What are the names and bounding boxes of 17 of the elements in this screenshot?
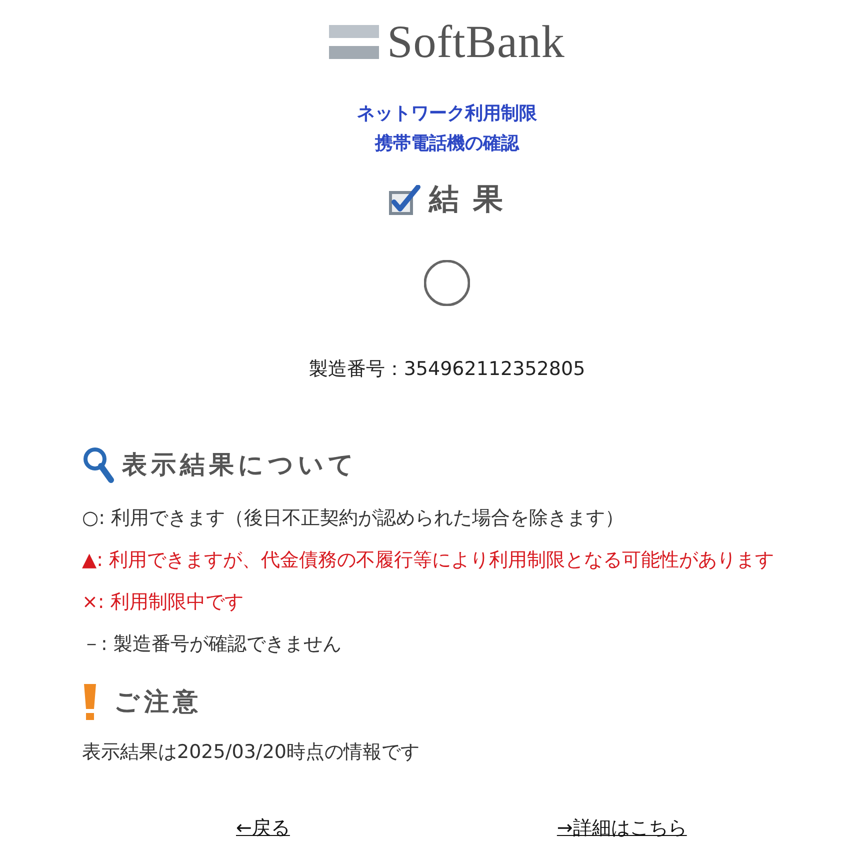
exclamation-icon — [82, 684, 98, 720]
logo-text: SoftBank — [387, 18, 565, 66]
section-heading: 表示結果について — [122, 449, 358, 481]
legend-text: －: 製造番号が確認できません — [82, 632, 342, 657]
logo-mark-icon — [329, 25, 380, 59]
serial-number: 製造番号：354962112352805 — [308, 357, 586, 382]
checkbox-icon — [388, 184, 421, 216]
nav-link-text[interactable]: ←戻る — [236, 814, 290, 842]
legend-text: ○: 利用できます（後日不正契約が認められた場合を除きます） — [82, 506, 626, 531]
section-heading: ご注意 — [114, 686, 202, 718]
page-title: ネットワーク利用制限 携帯電話機の確認 — [356, 102, 538, 156]
result-heading: 結 果 — [428, 182, 506, 218]
search-icon — [82, 447, 114, 483]
notice-text: 表示結果は2025/03/20時点の情報です — [82, 740, 421, 765]
nav-link-text[interactable]: →詳細はこちら — [556, 814, 687, 842]
legend-text: ×: 利用制限中です — [82, 590, 244, 615]
legend-text: ▲: 利用できますが、代金債務の不履行等により利用制限となる可能性があります — [82, 548, 776, 573]
